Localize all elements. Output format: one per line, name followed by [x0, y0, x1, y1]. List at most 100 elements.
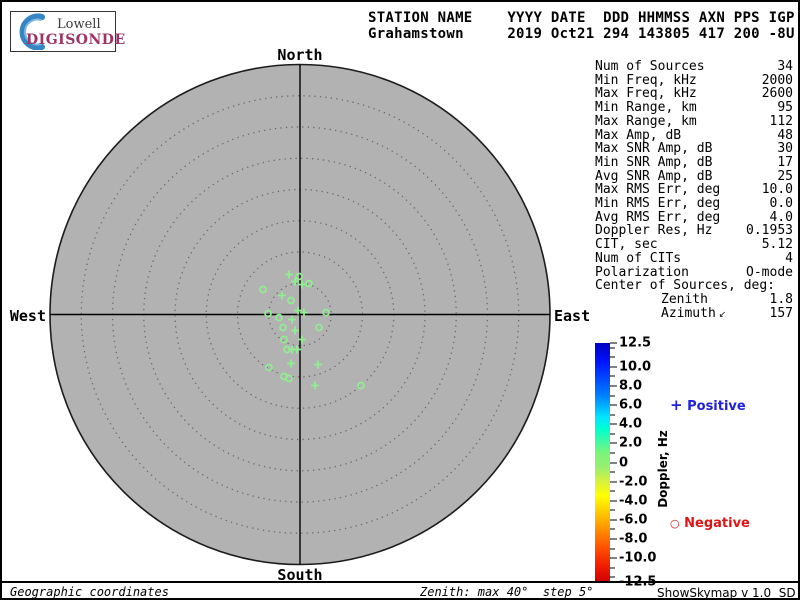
colorbar-minor-tick [610, 577, 615, 578]
stats-value: 0.0 [770, 197, 793, 211]
stats-row: Center of Sources, deg: [595, 279, 793, 293]
stats-value: 4.0 [770, 211, 793, 225]
stats-value: 5.12 [762, 238, 793, 252]
stats-value: 2600 [762, 87, 793, 101]
colorbar-minor-tick [610, 357, 615, 358]
stats-row: Min Range, km 95 [595, 101, 793, 115]
stats-row: Polarization O-mode [595, 266, 793, 280]
stats-row: Max Amp, dB 48 [595, 129, 793, 143]
stats-label: Num of CITs [595, 252, 681, 266]
doppler-colorbar [595, 343, 610, 582]
footer-divider [2, 581, 798, 583]
stats-value: 2000 [762, 74, 793, 88]
colorbar-minor-tick [610, 548, 615, 549]
compass-north-label: North [250, 46, 350, 64]
colorbar-minor-tick [610, 567, 615, 568]
stats-value: 95 [777, 101, 793, 115]
stats-row: Min SNR Amp, dB 17 [595, 156, 793, 170]
stats-row: CIT, sec 5.12 [595, 238, 793, 252]
stats-label: Doppler Res, Hz [595, 224, 712, 238]
colorbar-major-tick [610, 481, 617, 482]
stats-value: 112 [770, 115, 793, 129]
software-version-label: ShowSkymap v 1.0 SD v 5.1 [657, 586, 800, 600]
colorbar-major-tick [610, 462, 617, 463]
stats-label: CIT, sec [595, 238, 658, 252]
colorbar-minor-tick [610, 472, 615, 473]
stats-row: Doppler Res, Hz 0.1953 [595, 224, 793, 238]
stats-value: 17 [777, 156, 793, 170]
stats-value: 48 [777, 129, 793, 143]
stats-row: Max Range, km 112 [595, 115, 793, 129]
colorbar-major-tick [610, 558, 617, 559]
colorbar-major-tick [610, 424, 617, 425]
legend-negative-label: Negative [680, 516, 750, 531]
stats-row: Min Freq, kHz 2000 [595, 74, 793, 88]
stats-label: Zenith [661, 293, 708, 307]
stats-row: Avg RMS Err, deg 4.0 [595, 211, 793, 225]
colorbar-major-tick [610, 386, 617, 387]
colorbar-tick-label: -2.0 [619, 474, 647, 489]
stats-value: 4 [785, 252, 793, 266]
colorbar-tick-label: 10.0 [619, 359, 651, 374]
stats-value: 1.8 [770, 293, 793, 307]
colorbar-tick-label: -8.0 [619, 531, 647, 546]
stats-label: Avg RMS Err, deg [595, 211, 720, 225]
stats-value: O-mode [746, 266, 793, 280]
stats-label: Max Range, km [595, 115, 697, 129]
colorbar-minor-tick [610, 395, 615, 396]
colorbar-tick-label: 2.0 [619, 436, 642, 451]
colorbar-tick-label: 6.0 [619, 398, 642, 413]
zenith-range-label: Zenith: max 40° step 5° [420, 585, 593, 599]
colorbar-major-tick [610, 443, 617, 444]
colorbar-tick-label: 12.5 [619, 336, 651, 351]
colorbar-minor-tick [610, 452, 615, 453]
colorbar-major-tick [610, 405, 617, 406]
colorbar-tick-label: -4.0 [619, 493, 647, 508]
stats-label: Min Freq, kHz [595, 74, 697, 88]
stats-row: Max RMS Err, deg10.0 [595, 183, 793, 197]
stats-value: 34 [777, 60, 793, 74]
stats-label: Min Range, km [595, 101, 697, 115]
stats-label: Max RMS Err, deg [595, 183, 720, 197]
stats-row: Max SNR Amp, dB 30 [595, 142, 793, 156]
colorbar-minor-tick [610, 414, 615, 415]
legend-positive: + Positive [670, 396, 746, 414]
stats-row: Max Freq, kHz 2600 [595, 87, 793, 101]
stats-value: 157 [770, 307, 793, 323]
colorbar-minor-tick [610, 376, 615, 377]
colorbar-tick-label: 4.0 [619, 417, 642, 432]
stats-label: Avg SNR Amp, dB [595, 170, 712, 184]
circle-icon: ○ [670, 517, 680, 530]
plus-icon: + [670, 396, 683, 414]
colorbar-minor-tick [610, 433, 615, 434]
measurement-stats-panel: Num of Sources34Min Freq, kHz2000Max Fre… [595, 60, 793, 322]
stats-label: Max SNR Amp, dB [595, 142, 712, 156]
colorbar-major-tick [610, 343, 617, 344]
stats-label: Center of Sources, deg: [595, 279, 775, 293]
colorbar-minor-tick [610, 510, 615, 511]
stats-row: Azimuth ↙157 [595, 307, 793, 323]
stats-label: Min RMS Err, deg [595, 197, 720, 211]
showskymap-window: Lowell DIGISONDE STATION NAME YYYY DATE … [0, 0, 800, 600]
colorbar-major-tick [610, 366, 617, 367]
coordinates-mode-label: Geographic coordinates [10, 585, 169, 599]
stats-label: Max Freq, kHz [595, 87, 697, 101]
stats-row: Zenith 1.8 [595, 293, 793, 307]
stats-row: Avg SNR Amp, dB 25 [595, 170, 793, 184]
stats-label: Max Amp, dB [595, 129, 681, 143]
colorbar-tick-label: -10.0 [619, 551, 656, 566]
azimuth-direction-arrow-icon: ↙ [716, 310, 726, 320]
colorbar-major-tick [610, 538, 617, 539]
stats-value: 0.1953 [746, 224, 793, 238]
colorbar-tick-label: -6.0 [619, 512, 647, 527]
colorbar-major-tick [610, 519, 617, 520]
compass-west-label: West [2, 307, 46, 325]
stats-label: Min SNR Amp, dB [595, 156, 712, 170]
legend-negative: ○ Negative [670, 516, 750, 531]
stats-row: Num of CITs 4 [595, 252, 793, 266]
colorbar-minor-tick [610, 529, 615, 530]
stats-value: 30 [777, 142, 793, 156]
stats-label: Polarization [595, 266, 689, 280]
stats-value: 25 [777, 170, 793, 184]
colorbar-minor-tick [610, 491, 615, 492]
